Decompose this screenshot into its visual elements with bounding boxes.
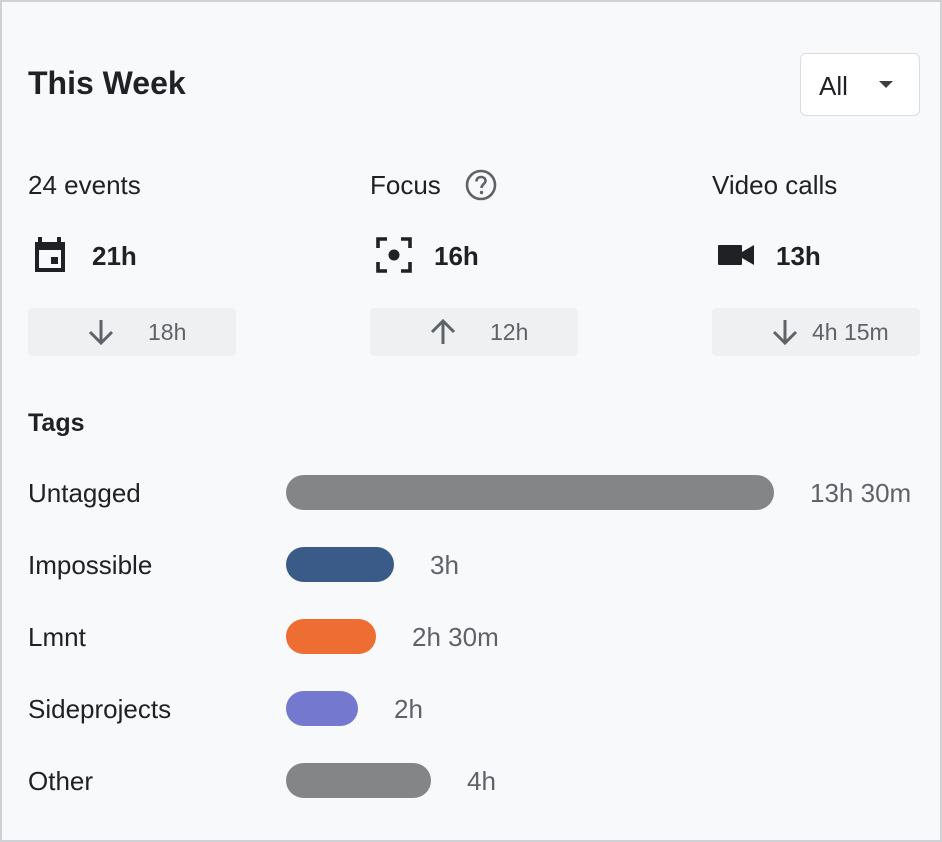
tags-heading: Tags: [28, 409, 85, 437]
arrow-up-icon: [430, 318, 456, 344]
filter-dropdown-value: All: [819, 71, 848, 101]
arrow-down-icon: [88, 320, 114, 346]
help-icon[interactable]: [464, 168, 498, 202]
calendar-icon: [35, 237, 65, 272]
stat-events-label: 24 events: [28, 170, 141, 200]
tag-bar: [286, 619, 376, 654]
video-camera-icon: [718, 245, 754, 265]
tag-duration: 2h 30m: [412, 622, 499, 652]
tag-name: Untagged: [28, 478, 141, 508]
tag-duration: 3h: [430, 550, 459, 580]
card-title: This Week: [28, 65, 186, 101]
filter-dropdown[interactable]: All: [800, 53, 920, 116]
tag-row-other: Other 4h: [2, 761, 942, 801]
tag-name: Impossible: [28, 550, 153, 580]
tag-bar: [286, 763, 431, 798]
tag-duration: 13h 30m: [810, 478, 912, 508]
tag-duration: 2h: [394, 694, 423, 724]
tag-bar: [286, 475, 774, 510]
stat-focus-delta-value: 12h: [490, 319, 529, 345]
tag-name: Lmnt: [28, 622, 86, 652]
tag-name: Other: [28, 766, 94, 796]
stat-focus-label: Focus: [370, 170, 441, 200]
stat-video-calls-delta: 4h 15m: [712, 308, 920, 356]
stat-video-calls-label: Video calls: [712, 170, 838, 200]
caret-down-icon: [879, 81, 893, 88]
stat-events-delta: 18h: [28, 308, 236, 356]
stat-events-delta-value: 18h: [148, 319, 187, 345]
stat-events-value: 21h: [92, 241, 137, 271]
tag-row-sideprojects: Sideprojects 2h: [2, 689, 942, 729]
tag-row-lmnt: Lmnt 2h 30m: [2, 617, 942, 657]
stat-focus-delta: 12h: [370, 308, 578, 356]
tag-duration: 4h: [467, 766, 496, 796]
arrow-down-icon: [772, 320, 798, 346]
tag-name: Sideprojects: [28, 694, 172, 724]
this-week-card: This Week All 24 events 21h 18h Focus 16…: [0, 0, 942, 842]
tag-bar: [286, 691, 358, 726]
stat-video-calls-value: 13h: [776, 241, 821, 271]
focus-icon: [376, 237, 412, 273]
tag-row-impossible: Impossible 3h: [2, 545, 942, 585]
stat-focus-value: 16h: [434, 241, 479, 271]
tag-bar: [286, 547, 394, 582]
tag-row-untagged: Untagged 13h 30m: [2, 473, 942, 513]
stat-video-calls-delta-value: 4h 15m: [812, 319, 889, 345]
